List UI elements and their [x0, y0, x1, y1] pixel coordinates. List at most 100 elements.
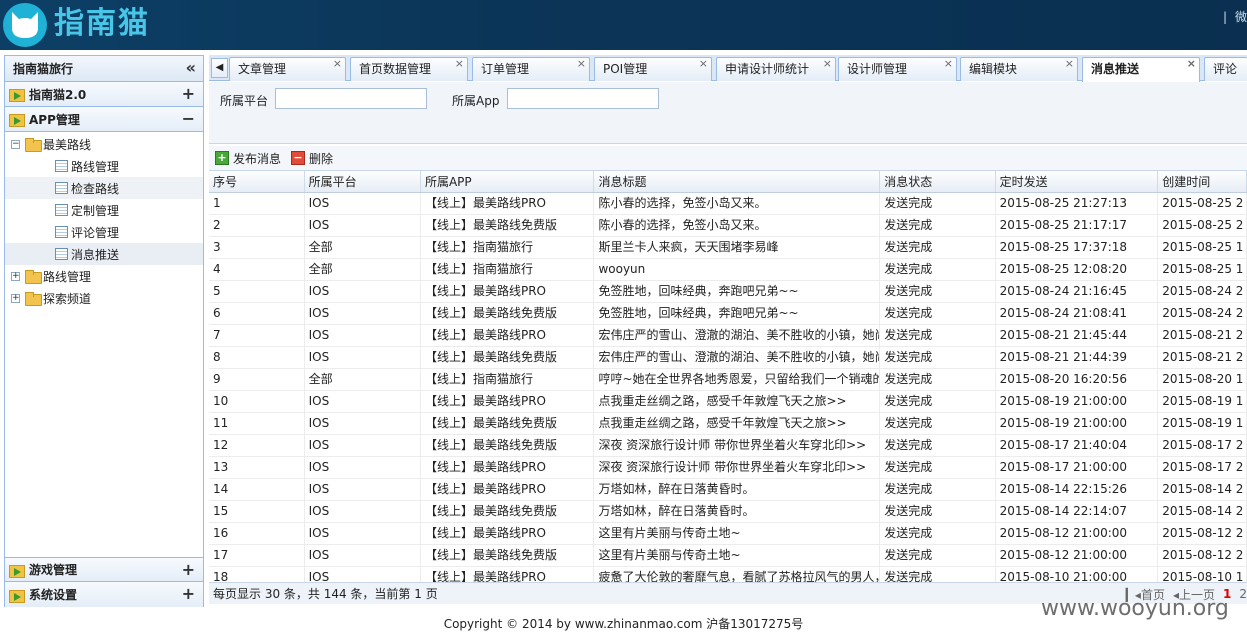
close-icon[interactable]: ×: [823, 53, 832, 75]
column-header[interactable]: 序号: [209, 171, 305, 192]
table-row[interactable]: 17 IOS 【线上】最美路线免费版 这里有片美丽与传奇土地~ 发送完成 2015-08-…: [209, 545, 1247, 567]
tree-item-check-route[interactable]: 检查路线: [5, 177, 203, 199]
sidebar-section-label: 指南猫2.0: [29, 87, 87, 102]
footer-copyright: Copyright © 2014 by www.zhinanmao.com 沪备…: [443, 617, 804, 631]
page-2-link[interactable]: 2: [1239, 587, 1247, 601]
table-cell: IOS: [305, 193, 421, 214]
table-row[interactable]: 16 IOS 【线上】最美路线PRO 这里有片美丽与传奇土地~ 发送完成 2015-08-…: [209, 523, 1247, 545]
delete-button[interactable]: − 删除: [291, 150, 333, 167]
tree-label: 探索频道: [43, 291, 92, 306]
close-icon[interactable]: ×: [1187, 53, 1196, 75]
tree-expand-icon[interactable]: +: [11, 271, 20, 281]
table-row[interactable]: 12 IOS 【线上】最美路线免费版 深夜 资深旅行设计师 带你世界坐着火车穿北印>>…: [209, 435, 1247, 457]
table-cell: 2015-08-25 21:27:13: [996, 193, 1159, 214]
close-icon[interactable]: ×: [577, 53, 586, 75]
table-cell: 发送完成: [880, 391, 996, 412]
tab-orders[interactable]: 订单管理 ×: [472, 57, 590, 81]
table-row[interactable]: 4 全部 【线上】指南猫旅行 wooyun 发送完成 2015-08-25 12:08:2…: [209, 259, 1247, 281]
sidebar-section-game[interactable]: 游戏管理 +: [5, 557, 203, 582]
table-cell: 2015-08-24 2: [1158, 281, 1247, 302]
tree-label: 路线管理: [43, 269, 92, 284]
table-cell: 4: [209, 259, 305, 280]
tree-folder-explore[interactable]: + 探索频道: [5, 287, 203, 309]
table-row[interactable]: 2 IOS 【线上】最美路线免费版 陈小春的选择，免签小岛又来。 发送完成 2015-08…: [209, 215, 1247, 237]
grid-header: 序号 所属平台 所属APP 消息标题 消息状态 定时发送 创建时间: [209, 171, 1247, 193]
sidebar-section-zhinanmao[interactable]: 指南猫2.0 +: [5, 82, 203, 107]
table-cell: 发送完成: [880, 303, 996, 324]
tree-expand-icon[interactable]: +: [11, 293, 20, 303]
column-header[interactable]: 所属APP: [421, 171, 595, 192]
header-user-area[interactable]: | 微: [1223, 8, 1247, 25]
tab-article[interactable]: 文章管理 ×: [229, 57, 346, 81]
table-cell: 8: [209, 347, 305, 368]
table-cell: 2015-08-14 2: [1158, 501, 1247, 522]
tree-collapse-icon[interactable]: −: [11, 139, 20, 149]
table-row[interactable]: 3 全部 【线上】指南猫旅行 斯里兰卡人来疯，天天围堵李易峰 发送完成 2015-08-2…: [209, 237, 1247, 259]
table-row[interactable]: 11 IOS 【线上】最美路线免费版 点我重走丝绸之路，感受千年敦煌飞天之旅>> 发送完…: [209, 413, 1247, 435]
expand-icon[interactable]: +: [182, 584, 195, 604]
tab-label: POI管理: [603, 62, 648, 76]
table-cell: 陈小春的选择，免签小岛又来。: [594, 215, 881, 236]
tree-item-custom-manage[interactable]: 定制管理: [5, 199, 203, 221]
column-header[interactable]: 消息标题: [594, 171, 881, 192]
tree-item-message-push[interactable]: 消息推送: [5, 243, 203, 265]
table-cell: 【线上】最美路线免费版: [421, 435, 595, 456]
table-row[interactable]: 15 IOS 【线上】最美路线免费版 万塔如林，醉在日落黄昏时。 发送完成 2015-08…: [209, 501, 1247, 523]
tab-message-push[interactable]: 消息推送 ×: [1082, 57, 1200, 82]
tab-designer-manage[interactable]: 设计师管理 ×: [838, 57, 957, 81]
tab-comment[interactable]: 评论管: [1204, 57, 1247, 81]
table-row[interactable]: 14 IOS 【线上】最美路线PRO 万塔如林，醉在日落黄昏时。 发送完成 2015-08…: [209, 479, 1247, 501]
tree-folder-route-manage[interactable]: + 路线管理: [5, 265, 203, 287]
platform-label: 所属平台: [220, 94, 269, 108]
table-row[interactable]: 18 IOS 【线上】最美路线PRO 疲惫了大伦敦的奢靡气息，看腻了苏格拉风气的男人，…: [209, 567, 1247, 582]
sidebar: 指南猫旅行 « 指南猫2.0 + APP管理 − − 最美路线 路线管理 检查路…: [4, 55, 204, 607]
table-cell: 这里有片美丽与传奇土地~: [594, 523, 881, 544]
table-cell: IOS: [305, 567, 421, 582]
close-icon[interactable]: ×: [944, 53, 953, 75]
tab-designer-stats[interactable]: 申请设计师统计 ×: [716, 57, 836, 81]
expand-icon[interactable]: +: [182, 84, 195, 104]
table-row[interactable]: 7 IOS 【线上】最美路线PRO 宏伟庄严的雪山、澄澈的湖泊、美不胜收的小镇，她尚发…: [209, 325, 1247, 347]
table-row[interactable]: 6 IOS 【线上】最美路线免费版 免签胜地，回味经典，奔跑吧兄弟~~ 发送完成 2015…: [209, 303, 1247, 325]
close-icon[interactable]: ×: [699, 53, 708, 75]
table-cell: 发送完成: [880, 413, 996, 434]
folder-icon: [25, 270, 42, 284]
column-header[interactable]: 所属平台: [305, 171, 421, 192]
table-cell: 17: [209, 545, 305, 566]
column-header[interactable]: 消息状态: [880, 171, 996, 192]
table-cell: 2015-08-24 21:08:41: [996, 303, 1159, 324]
publish-message-button[interactable]: + 发布消息: [215, 150, 281, 167]
table-cell: 点我重走丝绸之路，感受千年敦煌飞天之旅>>: [594, 391, 881, 412]
tab-label: 首页数据管理: [359, 62, 432, 76]
tab-scroll-left-icon[interactable]: ◀: [211, 58, 228, 78]
platform-input[interactable]: [275, 88, 427, 109]
close-icon[interactable]: ×: [1065, 53, 1074, 75]
collapse-icon[interactable]: −: [182, 109, 195, 129]
table-row[interactable]: 13 IOS 【线上】最美路线PRO 深夜 资深旅行设计师 带你世界坐着火车穿北印>>…: [209, 457, 1247, 479]
table-cell: 2015-08-19 21:00:00: [996, 413, 1159, 434]
table-row[interactable]: 1 IOS 【线上】最美路线PRO 陈小春的选择，免签小岛又来。 发送完成 2015-08…: [209, 193, 1247, 215]
table-cell: 【线上】最美路线PRO: [421, 391, 595, 412]
collapse-sidebar-icon[interactable]: «: [186, 59, 196, 77]
tree-folder-zuimei[interactable]: − 最美路线: [5, 133, 203, 155]
app-input[interactable]: [507, 88, 659, 109]
column-header[interactable]: 定时发送: [996, 171, 1159, 192]
close-icon[interactable]: ×: [455, 53, 464, 75]
sidebar-section-app[interactable]: APP管理 −: [5, 107, 203, 132]
tree-item-route-manage[interactable]: 路线管理: [5, 155, 203, 177]
table-row[interactable]: 5 IOS 【线上】最美路线PRO 免签胜地，回味经典，奔跑吧兄弟~~ 发送完成 2015…: [209, 281, 1247, 303]
table-row[interactable]: 10 IOS 【线上】最美路线PRO 点我重走丝绸之路，感受千年敦煌飞天之旅>> 发送完…: [209, 391, 1247, 413]
close-icon[interactable]: ×: [333, 53, 342, 75]
column-header[interactable]: 创建时间: [1158, 171, 1247, 192]
table-row[interactable]: 9 全部 【线上】指南猫旅行 哼哼~她在全世界各地秀恩爱，只留给我们一个销魂的 发送完成…: [209, 369, 1247, 391]
table-row[interactable]: 8 IOS 【线上】最美路线免费版 宏伟庄严的雪山、澄澈的湖泊、美不胜收的小镇，她尚发…: [209, 347, 1247, 369]
sidebar-section-system[interactable]: 系统设置 +: [5, 582, 203, 607]
header-user-text[interactable]: 微: [1235, 10, 1247, 24]
tab-home-data[interactable]: 首页数据管理 ×: [350, 57, 468, 81]
table-cell: 2015-08-21 21:45:44: [996, 325, 1159, 346]
tab-edit-module[interactable]: 编辑模块 ×: [960, 57, 1078, 81]
table-cell: 【线上】最美路线免费版: [421, 303, 595, 324]
tree-item-comment-manage[interactable]: 评论管理: [5, 221, 203, 243]
expand-icon[interactable]: +: [182, 560, 195, 580]
tab-poi[interactable]: POI管理 ×: [594, 57, 712, 81]
